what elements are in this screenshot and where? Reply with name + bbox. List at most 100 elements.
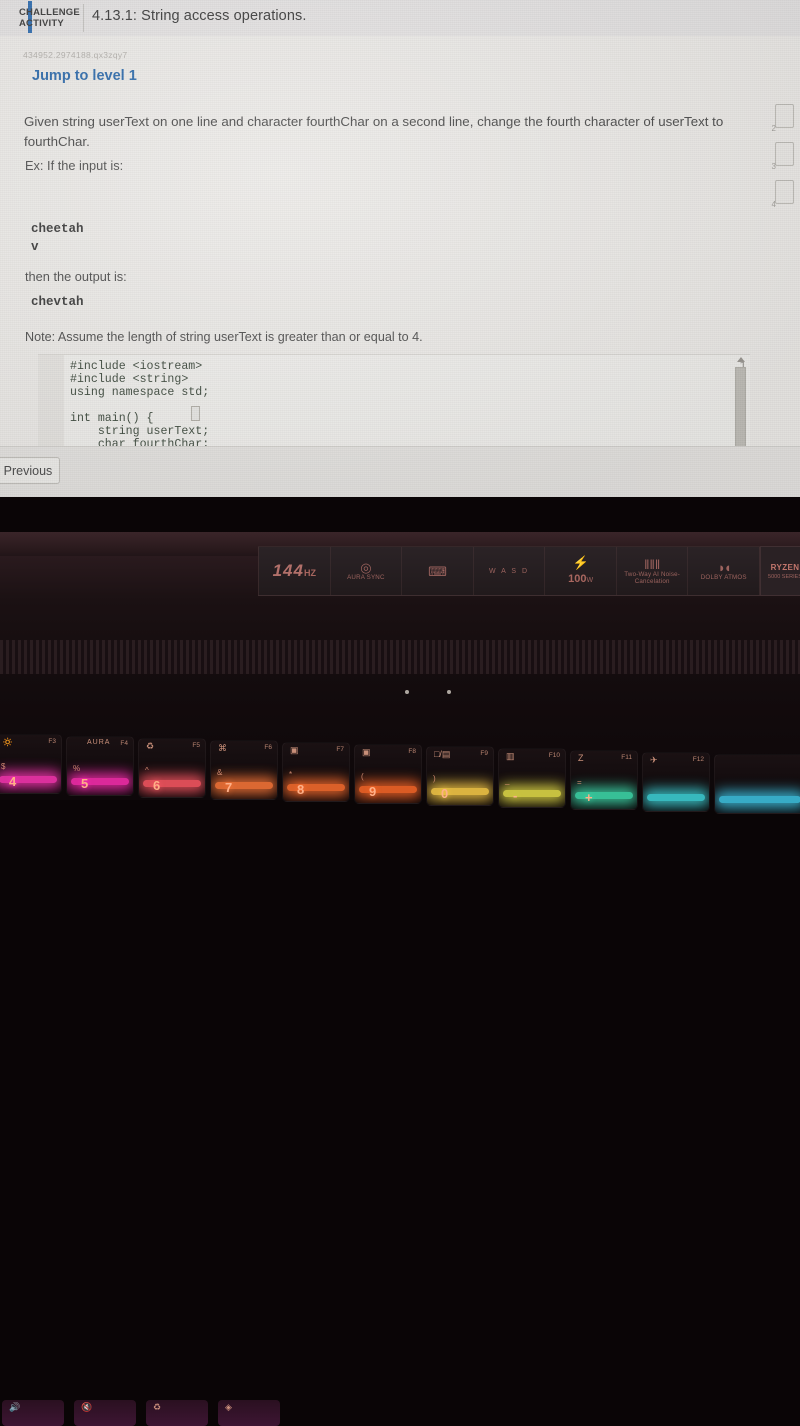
media-key-volume-up[interactable]: 🔊	[2, 1400, 64, 1426]
refresh-rate-unit: HZ	[303, 568, 316, 578]
dolby-atmos-label: DOLBY ATMOS	[700, 574, 747, 581]
lightning-bolt-icon: ⚡	[572, 554, 589, 570]
mute-icon: 🔇	[81, 1402, 93, 1412]
ryzen-badge: RYZEN 5000 SERIES	[760, 546, 800, 596]
laptop-hinge-vent	[0, 640, 800, 674]
display-toggle-icon: ▣	[362, 747, 371, 757]
deck-reflection-dot	[405, 690, 409, 694]
sticker-usb-power: ⚡ 100W	[545, 547, 617, 595]
key-symbol: )	[433, 774, 436, 783]
deck-reflection-dot	[447, 690, 451, 694]
level-number-4: 4	[771, 200, 776, 209]
sticker-noise-cancellation: ‖‖‖ Two-Way AI Noise-Cancelation	[617, 547, 689, 595]
brightness-icon: 🔅	[2, 737, 14, 747]
sticker-wasd: W A S D	[474, 547, 546, 595]
then-output-label: then the output is:	[25, 269, 127, 284]
key-backspace[interactable]: F12 ✈	[642, 752, 710, 812]
code-line: #include <iostream>	[70, 360, 203, 373]
key-symbol: ^	[145, 766, 149, 775]
level-number-3: 3	[771, 162, 776, 171]
challenge-activity-kicker: CHALLENGE ACTIVITY	[19, 0, 91, 36]
key-symbol: (	[361, 772, 364, 781]
previous-button[interactable]: Previous	[0, 457, 60, 484]
key-number: 0	[441, 786, 449, 801]
example-input-line-1: cheetah	[31, 222, 84, 236]
key-symbol: *	[289, 770, 293, 779]
sticker-refresh-rate: 144HZ	[259, 547, 331, 595]
key-number: -	[513, 788, 518, 803]
example-input-line-2: v	[31, 240, 39, 254]
key-9[interactable]: F8 ▣ ( 9	[354, 744, 422, 804]
key-fn-label: F12	[692, 756, 704, 763]
activity-footer: Previous	[0, 446, 800, 497]
microphone-icon: ♻	[153, 1402, 162, 1412]
key-symbol: _	[505, 776, 510, 785]
assumption-note: Note: Assume the length of string userTe…	[25, 330, 423, 344]
key-number: 5	[81, 776, 89, 791]
activity-content: 434952.2974188.qx3zqy7 Jump to level 1 G…	[0, 36, 800, 483]
key-7[interactable]: F6 ⌘ & 7	[210, 740, 278, 800]
activity-id: 434952.2974188.qx3zqy7	[23, 50, 128, 60]
key-number: +	[585, 790, 593, 805]
usb-power-unit: W	[586, 576, 594, 584]
key-number: 6	[153, 778, 161, 793]
key-4[interactable]: F3 🔅 $ 4	[0, 734, 62, 794]
header-divider	[83, 4, 84, 32]
level-box-3[interactable]	[775, 142, 794, 166]
level-box-4[interactable]	[775, 180, 794, 204]
key-symbol: $	[1, 762, 6, 771]
key-extra[interactable]	[714, 754, 800, 814]
rgb-keyboard: 🔊 🔇 ♻ ◈ F3 🔅 $ 4 F4 AURA % 5 F5 ♻ ^ 6 F6…	[0, 700, 800, 1426]
wasd-keys-icon: W A S D	[488, 567, 530, 575]
key-fn-label: F3	[48, 738, 56, 745]
key-minus[interactable]: F10 ▥ _ -	[498, 748, 566, 808]
media-key-mic[interactable]: ♻	[146, 1400, 208, 1426]
key-fn-label: F7	[336, 746, 344, 753]
ryzen-title: RYZEN	[770, 562, 800, 572]
code-line: int main() {	[70, 412, 154, 425]
scroll-up-arrow-icon[interactable]	[737, 357, 745, 362]
media-key-rog[interactable]: ◈	[218, 1400, 280, 1426]
key-6[interactable]: F5 ♻ ^ 6	[138, 738, 206, 798]
sleep-icon: Z	[578, 753, 584, 763]
key-fn-label: F9	[480, 750, 488, 757]
key-0[interactable]: F9 □/▤ ) 0	[426, 746, 494, 806]
key-fn-label: F6	[264, 744, 272, 751]
key-number: 8	[297, 782, 305, 797]
key-symbol: &	[217, 768, 223, 777]
waveform-icon: ‖‖‖	[644, 556, 661, 572]
key-fn-label: F10	[548, 752, 560, 759]
sticker-dolby-atmos: ◗◖ DOLBY ATMOS	[688, 547, 759, 595]
projector-icon: □/▤	[434, 749, 451, 759]
sticker-aura-sync: ◎ AURA SYNC	[331, 547, 403, 595]
code-caret	[191, 406, 200, 421]
noise-cancellation-label: Two-Way AI Noise-Cancelation	[624, 570, 681, 585]
jump-to-level-link[interactable]: Jump to level 1	[32, 68, 137, 84]
volume-up-icon: 🔊	[9, 1402, 21, 1412]
page-title: 4.13.1: String access operations.	[92, 8, 307, 24]
kicker-line-1: CHALLENGE	[19, 7, 80, 18]
aura-ring-icon: ◎	[360, 560, 372, 575]
key-symbol: =	[577, 778, 582, 787]
key-fn-label: F4	[120, 740, 128, 747]
key-symbol: %	[73, 764, 81, 773]
key-5[interactable]: F4 AURA % 5	[66, 736, 134, 796]
code-line: #include <string>	[70, 373, 189, 386]
laptop-screen-photo: CHALLENGE ACTIVITY 4.13.1: String access…	[0, 0, 800, 497]
problem-prompt: Given string userText on one line and ch…	[24, 114, 724, 149]
key-8[interactable]: F7 ▣ * 8	[282, 742, 350, 802]
aura-key-icon: AURA	[87, 739, 111, 746]
display-icon: ▣	[290, 745, 299, 755]
media-key-mute[interactable]: 🔇	[74, 1400, 136, 1426]
key-plus[interactable]: F11 Z = +	[570, 750, 638, 810]
refresh-icon: ♻	[146, 741, 155, 751]
sticker-keyboard: ⌨	[402, 547, 474, 595]
key-fn-label: F8	[408, 748, 416, 755]
airplane-mode-icon: ✈	[650, 755, 658, 765]
touchpad-icon: ▥	[506, 751, 515, 761]
aura-sync-label: AURA SYNC	[347, 574, 385, 581]
command-icon: ⌘	[218, 743, 227, 753]
key-number: 4	[9, 774, 17, 789]
level-box-2[interactable]	[775, 104, 794, 128]
rog-logo-icon: ◈	[225, 1402, 232, 1412]
